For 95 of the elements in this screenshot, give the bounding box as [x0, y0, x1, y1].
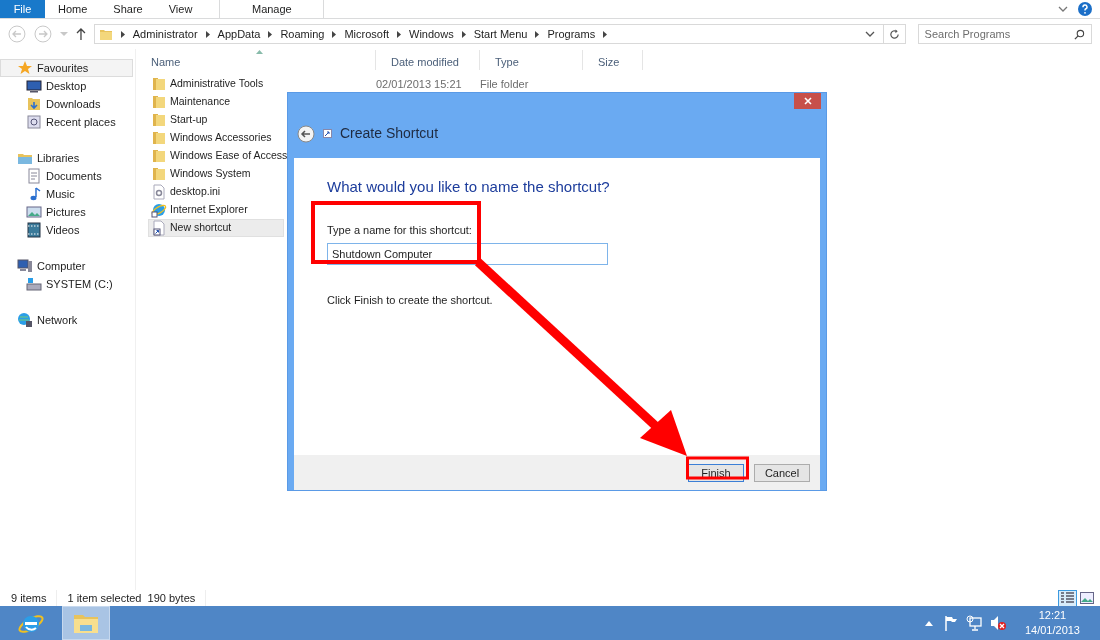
shortcut-name-input[interactable]: Shutdown Computer: [327, 242, 608, 265]
chevron-right-icon[interactable]: [535, 30, 540, 38]
search-field[interactable]: Search Programs: [917, 24, 1092, 44]
folder-icon: [151, 76, 167, 92]
file-row[interactable]: desktop.ini: [148, 183, 284, 201]
dialog-title: Create Shortcut: [340, 124, 439, 144]
column-header[interactable]: Name: [151, 53, 181, 70]
details-view-button[interactable]: [1058, 589, 1077, 607]
field-label: Type a name for this shortcut:: [327, 223, 473, 239]
network-monitor-icon[interactable]: [965, 615, 982, 631]
cancel-button[interactable]: Cancel: [754, 463, 810, 482]
highlight-box: [686, 456, 749, 480]
breadcrumb[interactable]: Windows: [409, 25, 454, 43]
details-view-icon: [1061, 592, 1074, 604]
file-row[interactable]: Maintenance: [148, 93, 284, 111]
chevron-right-icon[interactable]: [268, 30, 273, 38]
column-header[interactable]: Date modified: [391, 53, 459, 70]
breadcrumb[interactable]: Start Menu: [473, 25, 528, 43]
instruction-text: Click Finish to create the shortcut.: [327, 292, 494, 308]
breadcrumb[interactable]: AppData: [217, 25, 261, 43]
nav-item[interactable]: Recent places: [0, 113, 133, 131]
file-row[interactable]: New shortcut: [148, 219, 284, 237]
breadcrumb[interactable]: Programs: [547, 25, 596, 43]
close-button[interactable]: [794, 93, 821, 109]
nav-item[interactable]: Videos: [0, 221, 133, 239]
ribbon-tab[interactable]: File: [0, 0, 45, 18]
date-modified-cell-text: 02/01/2013 15:21: [376, 76, 462, 92]
folder-icon: [151, 112, 167, 128]
ribbon-tab[interactable]: Share: [100, 0, 156, 18]
sort-ascending-icon: [256, 50, 263, 54]
globe-network-icon: [17, 312, 33, 328]
nav-item[interactable]: Downloads: [0, 95, 133, 113]
file-row[interactable]: Windows Accessories: [148, 129, 284, 147]
chevron-right-icon[interactable]: [332, 30, 337, 38]
ribbon-tab[interactable]: View: [155, 0, 206, 18]
dialog-heading: What would you like to name the shortcut?: [327, 176, 611, 197]
chevron-down-icon[interactable]: [1058, 5, 1068, 13]
search-placeholder: Search Programs: [924, 26, 1012, 42]
file-row[interactable]: Windows System: [148, 165, 284, 183]
breadcrumb[interactable]: Roaming: [280, 25, 325, 43]
nav-item[interactable]: Pictures: [0, 203, 133, 221]
up-arrow-icon[interactable]: [75, 28, 86, 40]
speaker-muted-icon[interactable]: [989, 615, 1006, 631]
folder-icon: [151, 94, 167, 110]
column-header[interactable]: Type: [495, 53, 519, 70]
nav-item[interactable]: Music: [0, 185, 133, 203]
folder-icon: [151, 166, 167, 182]
column-header[interactable]: Size: [598, 53, 620, 70]
folder-icon: [98, 27, 113, 41]
file-row[interactable]: Start-up: [148, 111, 284, 129]
caret-up-icon[interactable]: [924, 620, 933, 626]
nav-item[interactable]: Documents: [0, 167, 133, 185]
computer-icon: [17, 258, 33, 274]
ribbon-tab[interactable]: Home: [45, 0, 101, 18]
type-cell-text: File folder: [480, 76, 529, 92]
clock-time[interactable]: 12:21: [1038, 608, 1067, 623]
nav-item[interactable]: Libraries: [0, 149, 133, 167]
nav-item[interactable]: Desktop: [0, 77, 133, 95]
folder-icon: [151, 148, 167, 164]
drive-icon: [26, 276, 42, 292]
nav-item[interactable]: Favourites: [0, 59, 133, 77]
chevron-right-icon[interactable]: [397, 30, 402, 38]
film-strip-icon: [26, 222, 42, 238]
close-icon: [803, 97, 812, 105]
nav-item[interactable]: Computer: [0, 257, 133, 275]
shortcut-icon: [151, 220, 167, 236]
help-icon[interactable]: [1078, 2, 1092, 16]
folder-download-icon: [26, 96, 42, 112]
breadcrumb[interactable]: Microsoft: [344, 25, 390, 43]
chevron-right-icon[interactable]: [205, 30, 210, 38]
clock-date[interactable]: 14/01/2013: [1024, 623, 1080, 638]
folder-icon: [151, 130, 167, 146]
file-row[interactable]: Administrative Tools: [148, 75, 284, 93]
search-icon: [1074, 28, 1085, 40]
letter-e-logo-icon: [151, 202, 167, 218]
nav-item[interactable]: SYSTEM (C:): [0, 275, 133, 293]
thumbnail-view-icon[interactable]: [1080, 592, 1094, 604]
breadcrumb[interactable]: Administrator: [132, 25, 198, 43]
document-icon: [26, 168, 42, 184]
flag-icon[interactable]: [943, 615, 958, 631]
file-row[interactable]: Internet Explorer: [148, 201, 284, 219]
nav-item[interactable]: Network: [0, 311, 133, 329]
chevron-right-icon[interactable]: [461, 30, 466, 38]
shortcut-icon: [323, 129, 332, 139]
address-bar[interactable]: Administrator AppData Roaming Microsoft Windows Start Menu Programs: [93, 24, 906, 44]
star-icon: [17, 60, 33, 76]
recent-places-icon: [26, 114, 42, 130]
chevron-down-icon[interactable]: [864, 30, 875, 38]
chevron-right-icon[interactable]: [603, 30, 608, 38]
refresh-icon[interactable]: [888, 28, 900, 40]
gear-file-icon: [151, 184, 167, 200]
picture-icon: [26, 204, 42, 220]
ribbon-tab[interactable]: Manage: [219, 0, 325, 18]
monitor-icon: [26, 78, 42, 94]
chevron-right-icon[interactable]: [120, 30, 125, 38]
